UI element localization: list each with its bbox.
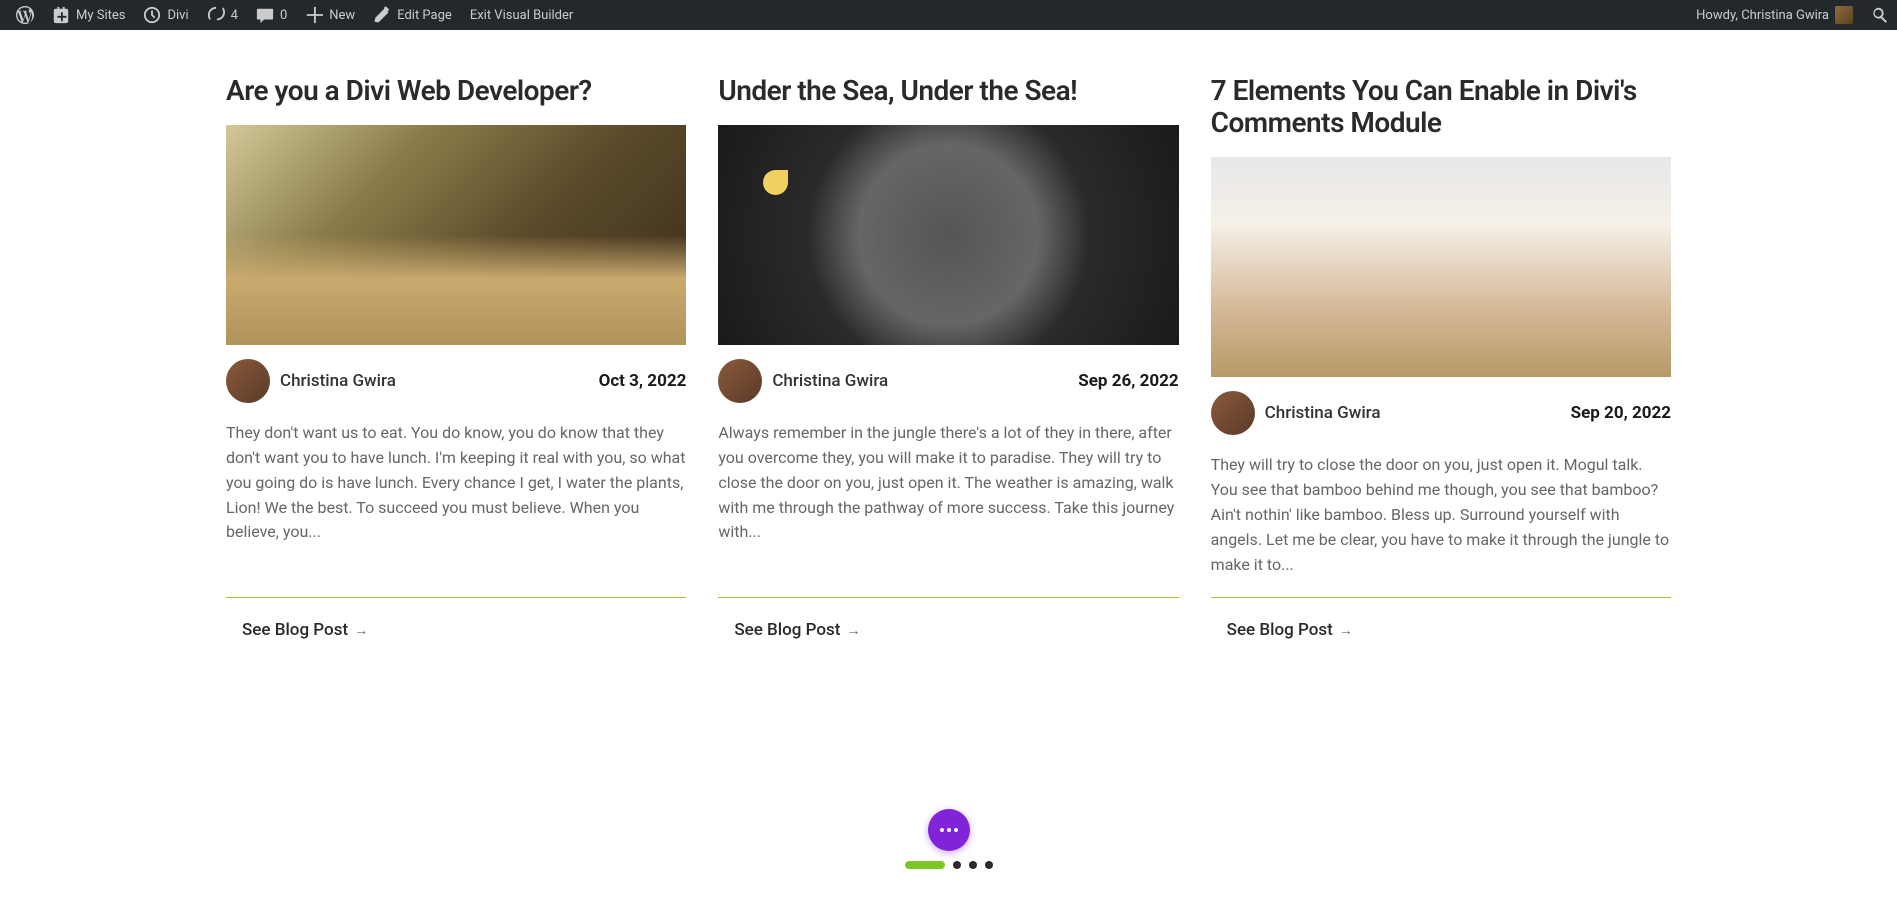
viewport-indicator [905,861,993,869]
post-meta: Christina Gwira Oct 3, 2022 [226,359,686,403]
updates-count: 4 [231,8,238,23]
viewport-desktop-button[interactable] [905,861,945,869]
builder-menu-button[interactable] [928,809,970,851]
exit-vb-label: Exit Visual Builder [470,8,573,23]
divider [226,597,686,598]
site-name-menu[interactable]: Divi [135,0,196,30]
edit-icon [373,6,391,24]
viewport-phone-button[interactable] [969,861,977,869]
divider [718,597,1178,598]
post-excerpt: They don't want us to eat. You do know, … [226,421,686,577]
ellipsis-icon [940,828,958,832]
builder-controls [905,809,993,869]
my-sites-label: My Sites [76,8,125,23]
read-more-link[interactable]: See Blog Post → [718,620,1178,640]
edit-page-menu[interactable]: Edit Page [365,0,460,30]
blog-card: 7 Elements You Can Enable in Divi's Comm… [1211,75,1671,640]
arrow-right-icon: → [846,622,860,639]
site-name-label: Divi [167,8,188,23]
author-name[interactable]: Christina Gwira [280,371,396,391]
wp-admin-bar: My Sites Divi 4 0 New [0,0,1897,30]
greeting-label: Howdy, Christina Gwira [1696,8,1829,23]
read-more-link[interactable]: See Blog Post → [226,620,686,640]
author-name[interactable]: Christina Gwira [772,371,888,391]
post-title[interactable]: 7 Elements You Can Enable in Divi's Comm… [1211,75,1671,139]
read-more-label: See Blog Post [734,620,840,640]
author-name[interactable]: Christina Gwira [1265,403,1381,423]
post-featured-image[interactable] [226,125,686,345]
updates-menu[interactable]: 4 [199,0,246,30]
exit-vb-menu[interactable]: Exit Visual Builder [462,0,581,30]
blog-card: Under the Sea, Under the Sea! Christina … [718,75,1178,640]
author-info: Christina Gwira [1211,391,1381,435]
author-info: Christina Gwira [718,359,888,403]
main-content: Are you a Divi Web Developer? Christina … [0,30,1897,640]
updates-icon [207,6,225,24]
post-date: Oct 3, 2022 [599,371,687,391]
edit-page-label: Edit Page [397,8,452,23]
blog-grid: Are you a Divi Web Developer? Christina … [226,75,1671,640]
plus-icon [305,6,323,24]
comments-count: 0 [280,8,287,23]
divider [1211,597,1671,598]
my-sites-menu[interactable]: My Sites [44,0,133,30]
arrow-right-icon: → [354,622,368,639]
wordpress-icon [16,6,34,24]
post-featured-image[interactable] [1211,157,1671,377]
admin-bar-right: Howdy, Christina Gwira [1688,0,1889,30]
admin-bar-left: My Sites Divi 4 0 New [8,0,581,30]
viewport-zoom-button[interactable] [985,861,993,869]
sites-icon [52,6,70,24]
user-avatar-icon [1835,6,1853,24]
wp-logo-menu[interactable] [8,0,42,30]
author-info: Christina Gwira [226,359,396,403]
post-date: Sep 26, 2022 [1078,371,1178,391]
read-more-label: See Blog Post [1227,620,1333,640]
post-date: Sep 20, 2022 [1571,403,1671,423]
post-meta: Christina Gwira Sep 20, 2022 [1211,391,1671,435]
comments-menu[interactable]: 0 [248,0,295,30]
author-avatar[interactable] [226,359,270,403]
read-more-link[interactable]: See Blog Post → [1211,620,1671,640]
post-title[interactable]: Under the Sea, Under the Sea! [718,75,1178,107]
post-title[interactable]: Are you a Divi Web Developer? [226,75,686,107]
author-avatar[interactable] [718,359,762,403]
post-meta: Christina Gwira Sep 26, 2022 [718,359,1178,403]
blog-card: Are you a Divi Web Developer? Christina … [226,75,686,640]
arrow-right-icon: → [1339,622,1353,639]
new-label: New [329,8,355,23]
post-excerpt: Always remember in the jungle there's a … [718,421,1178,577]
post-excerpt: They will try to close the door on you, … [1211,453,1671,577]
viewport-tablet-button[interactable] [953,861,961,869]
post-featured-image[interactable] [718,125,1178,345]
search-icon[interactable] [1871,6,1889,24]
dashboard-icon [143,6,161,24]
new-content-menu[interactable]: New [297,0,363,30]
user-menu[interactable]: Howdy, Christina Gwira [1688,0,1861,30]
comments-icon [256,6,274,24]
author-avatar[interactable] [1211,391,1255,435]
read-more-label: See Blog Post [242,620,348,640]
